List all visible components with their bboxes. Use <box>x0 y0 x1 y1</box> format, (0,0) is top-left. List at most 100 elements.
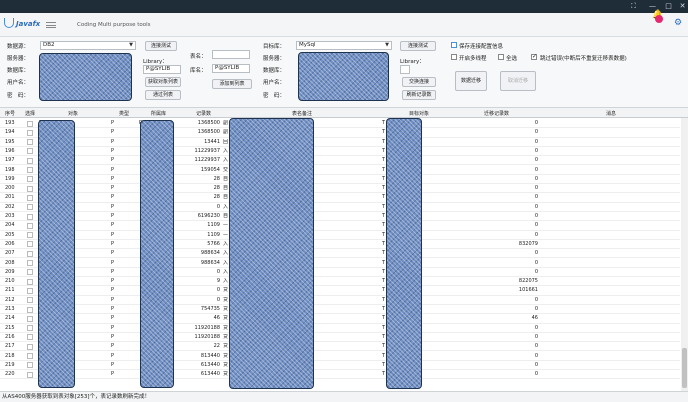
table-row[interactable]: 198TP159054交T0 <box>0 166 680 175</box>
save-config-checkbox[interactable] <box>451 42 457 48</box>
source-db-type-select[interactable]: DB2 ▼ <box>40 41 136 50</box>
swap-connection-button[interactable]: 交换连接 <box>402 77 436 87</box>
table-row[interactable]: 209TP0入T0 <box>0 268 680 278</box>
row-select-checkbox[interactable] <box>27 139 33 146</box>
table-row[interactable]: 204TP1109—T0 <box>0 221 680 231</box>
col-object[interactable]: 对象 <box>68 110 78 117</box>
row-select-checkbox[interactable] <box>27 232 33 239</box>
multithread-checkbox[interactable] <box>451 54 457 60</box>
source-test-button[interactable]: 连接测试 <box>145 41 177 51</box>
col-migrated[interactable]: 迁移记录数 <box>484 110 509 117</box>
row-select-checkbox[interactable] <box>27 250 33 257</box>
row-select-checkbox[interactable] <box>27 222 33 229</box>
target-test-button[interactable]: 连接测试 <box>400 41 436 51</box>
row-select-checkbox[interactable] <box>27 241 33 248</box>
row-select-checkbox[interactable] <box>27 315 33 322</box>
restore-icon[interactable]: ⛶ <box>629 2 638 11</box>
maximize-icon[interactable]: □ <box>664 2 673 11</box>
row-select-checkbox[interactable] <box>27 148 33 155</box>
col-remark[interactable]: 表名备注 <box>292 110 312 117</box>
row-select-checkbox[interactable] <box>27 287 33 294</box>
row-select-checkbox[interactable] <box>27 297 33 304</box>
row-select-checkbox[interactable] <box>27 167 33 173</box>
filter-list-button[interactable]: 通过列表 <box>145 90 181 100</box>
col-message[interactable]: 消息 <box>606 110 616 117</box>
row-select-checkbox[interactable] <box>27 353 33 359</box>
row-select-checkbox[interactable] <box>27 120 33 127</box>
row-select-checkbox[interactable] <box>27 260 33 266</box>
table-row[interactable]: 218TP813440贷T0 <box>0 352 680 361</box>
select-all-checkbox[interactable] <box>498 54 504 60</box>
row-select-checkbox[interactable] <box>27 343 33 350</box>
table-row[interactable]: 210TP9入T822075 <box>0 277 680 287</box>
table-row[interactable]: 215TP11920188贷T0 <box>0 324 680 333</box>
row-select-checkbox[interactable] <box>27 176 33 183</box>
table-row[interactable]: 220TP613440贷T0 <box>0 370 680 380</box>
table-row[interactable]: 200TP28自T0 <box>0 184 680 194</box>
table-row[interactable]: 217TP22贷T0 <box>0 342 680 352</box>
target-db-type-select[interactable]: MySql ▼ <box>296 41 392 50</box>
row-select-checkbox[interactable] <box>27 278 33 285</box>
table-row[interactable]: 213TP754735贷T0 <box>0 305 680 315</box>
row-select-checkbox[interactable] <box>27 157 33 164</box>
row-select-checkbox[interactable] <box>27 204 33 211</box>
row-select-checkbox[interactable] <box>27 129 33 136</box>
target-library-input[interactable] <box>400 65 410 74</box>
cancel-migrate-button[interactable]: 取消迁移 <box>500 71 536 91</box>
row-select-checkbox[interactable] <box>27 371 33 378</box>
row-select-checkbox[interactable] <box>27 269 33 276</box>
col-count[interactable]: 记录数 <box>196 110 211 117</box>
col-select[interactable]: 选择 <box>25 110 35 117</box>
table-row[interactable]: 219TP613440贷T0 <box>0 361 680 371</box>
close-icon[interactable]: ✕ <box>678 2 687 11</box>
add-to-list-button[interactable]: 添加到列表 <box>212 79 252 89</box>
library2-input[interactable]: P@SYLIB <box>212 64 250 73</box>
row-select-checkbox[interactable] <box>27 213 33 220</box>
table-row[interactable]: 206TP5766入T832079 <box>0 240 680 250</box>
cell-no: 199 <box>5 175 15 182</box>
row-select-checkbox[interactable] <box>27 194 33 201</box>
cell-count: 6196230 <box>197 213 220 219</box>
table-row[interactable]: 197TP11229937入T0 <box>0 156 680 166</box>
skip-error-checkbox[interactable] <box>531 53 537 60</box>
cell-count: 5766 <box>207 240 220 247</box>
table-row[interactable]: 194TP1368500副T0 <box>0 128 680 138</box>
table-row[interactable]: 199TP28自T0 <box>0 175 680 185</box>
library-column-redacted <box>140 120 174 388</box>
col-no[interactable]: 序号 <box>5 110 15 117</box>
gear-icon[interactable]: ⚙ <box>674 18 682 28</box>
table-row[interactable]: 211TP0贷T101661 <box>0 286 680 296</box>
cell-no: 211 <box>5 287 15 294</box>
col-target[interactable]: 目标对象 <box>409 110 429 117</box>
cell-no: 204 <box>5 222 15 229</box>
row-select-checkbox[interactable] <box>27 306 33 313</box>
table-grid: 序号 选择 对象 类型 所属库 记录数 表名备注 目标对象 迁移记录数 消息 1… <box>0 108 688 391</box>
table-row[interactable]: 203TP6196230自T0 <box>0 212 680 222</box>
scrollbar-thumb[interactable] <box>682 348 687 388</box>
migrate-button[interactable]: 数据迁移 <box>455 71 487 91</box>
table-row[interactable]: 196TP11229937入T0 <box>0 147 680 157</box>
cell-migrated: 0 <box>534 231 538 238</box>
col-library[interactable]: 所属库 <box>151 110 166 117</box>
cell-count: 613440 <box>200 371 220 378</box>
table-row[interactable]: 212TP0贷T0 <box>0 296 680 305</box>
col-type[interactable]: 类型 <box>119 110 129 117</box>
row-select-checkbox[interactable] <box>27 334 33 341</box>
table-row[interactable]: 208TP988634入T0 <box>0 259 680 268</box>
fetch-tables-button[interactable]: 获取对象列表 <box>145 77 181 87</box>
table-row[interactable]: 201TP28自T0 <box>0 193 680 203</box>
table-row[interactable]: 195TP13441回T0 <box>0 138 680 147</box>
table-row[interactable]: 202TP0入T0 <box>0 203 680 212</box>
menu-icon[interactable] <box>46 22 56 28</box>
table-row[interactable]: 205TP1109—T0 <box>0 231 680 240</box>
table-row[interactable]: 216TP11920188贷T0 <box>0 333 680 343</box>
table-row[interactable]: 214TP46贷T46 <box>0 314 680 324</box>
table-name-input[interactable] <box>212 50 250 59</box>
table-row[interactable]: 207TP988634入T0 <box>0 249 680 259</box>
source-library-input[interactable]: P@SYLIB <box>143 65 181 74</box>
row-select-checkbox[interactable] <box>27 362 33 369</box>
refresh-count-button[interactable]: 刷新记录数 <box>402 90 436 100</box>
row-select-checkbox[interactable] <box>27 325 33 332</box>
table-row[interactable]: 193TH9400PP@SYLIB1368500副T0 <box>0 119 680 129</box>
row-select-checkbox[interactable] <box>27 185 33 192</box>
